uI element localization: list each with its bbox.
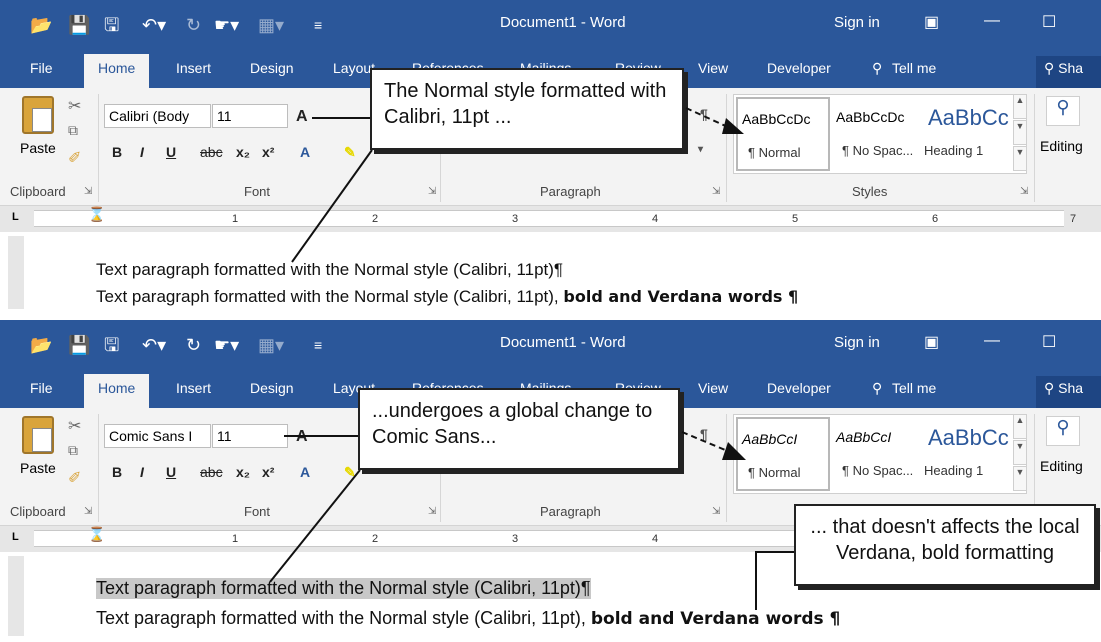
arrow-head bbox=[722, 442, 746, 460]
arrow-to-paragraph bbox=[291, 149, 373, 263]
arrow-to-style bbox=[681, 431, 731, 453]
word-window-after: 📂 💾 🖫 ↶▾ ↻ ☛▾ ▦▾ ≡ Document1 - Word Sign… bbox=[0, 320, 1101, 642]
arrow-to-paragraph bbox=[269, 469, 361, 583]
arrow-head bbox=[722, 118, 744, 134]
annotation-arrows bbox=[291, 107, 744, 263]
word-window-before: 📂 💾 🖫 ↶▾ ↻ ☛▾ ▦▾ ≡ Document1 - Word Sign… bbox=[0, 0, 1101, 309]
arrow-to-style bbox=[685, 107, 731, 129]
annotation-arrows bbox=[269, 431, 794, 610]
arrow-to-bold-words bbox=[755, 551, 794, 610]
